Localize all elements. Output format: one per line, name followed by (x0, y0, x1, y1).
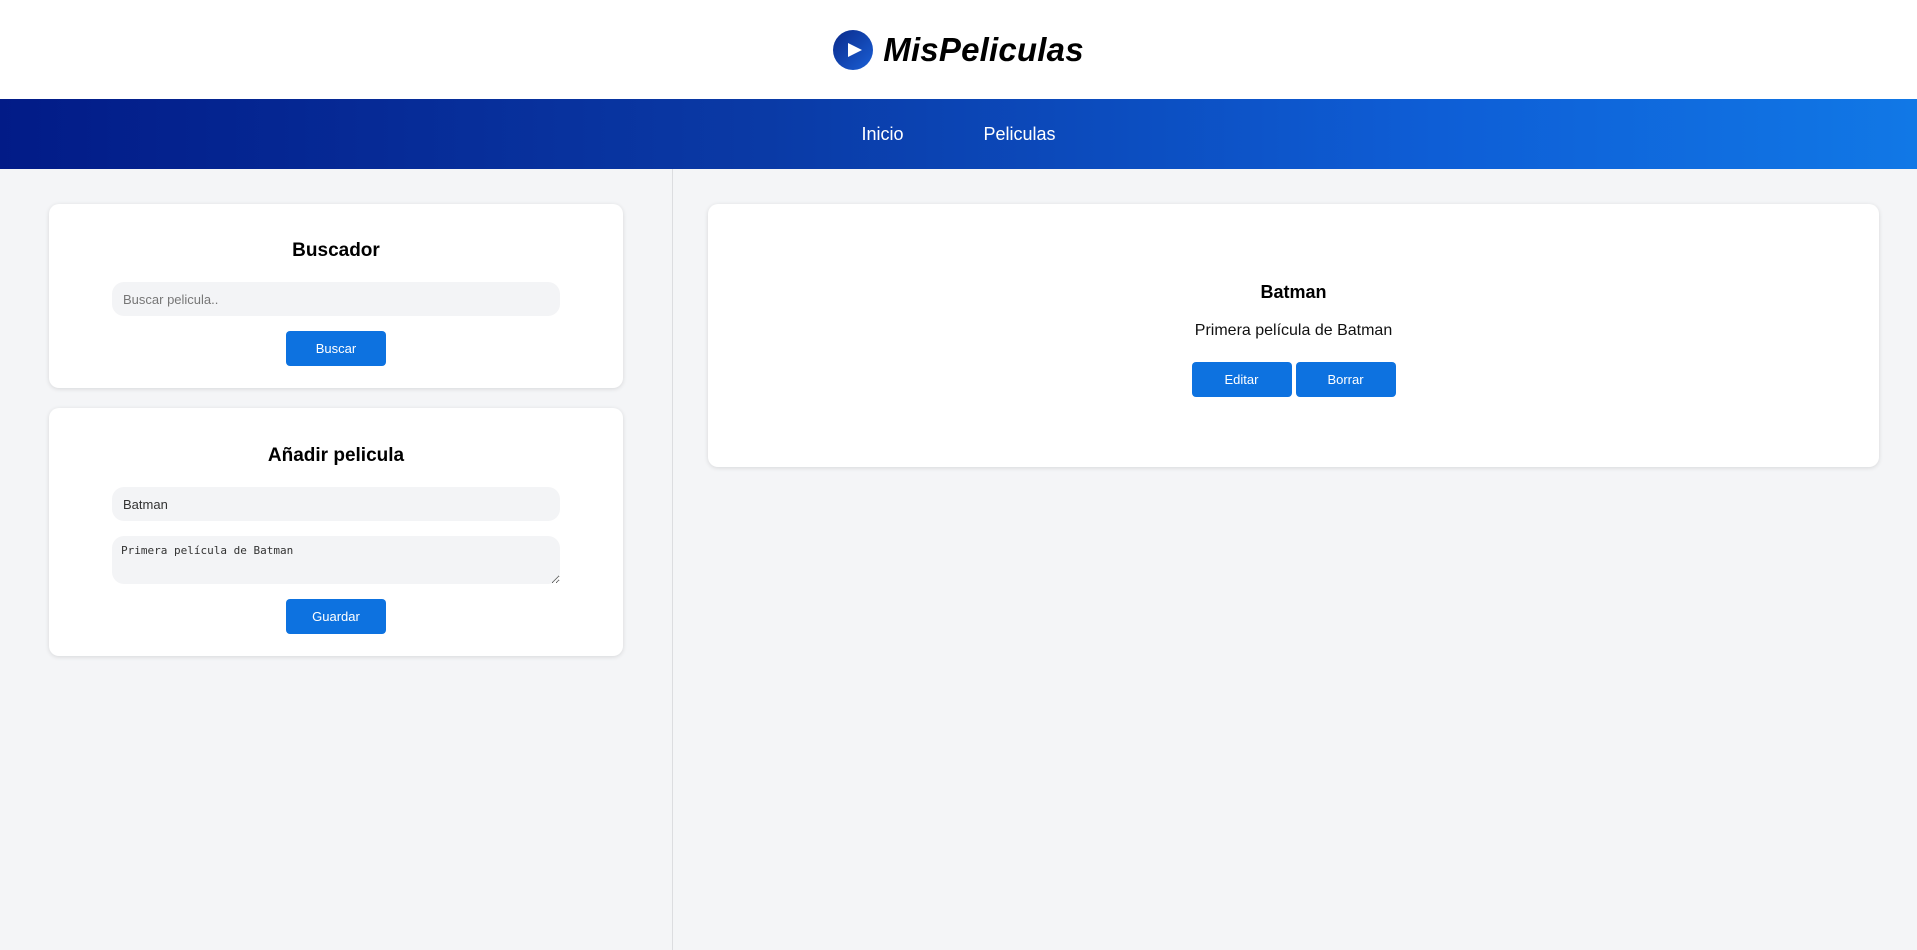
search-title: Buscador (292, 240, 380, 261)
nav-link-inicio[interactable]: Inicio (861, 124, 903, 145)
movie-title-input[interactable] (112, 487, 560, 521)
add-movie-card: Añadir pelicula Primera película de Batm… (49, 408, 623, 656)
add-movie-title: Añadir pelicula (267, 445, 405, 466)
sidebar: Buscador Buscar Añadir pelicula Primera … (0, 169, 673, 950)
save-button[interactable]: Guardar (286, 599, 386, 634)
logo-text: MisPeliculas (883, 30, 1084, 68)
movie-list: Batman Primera película de Batman Editar… (673, 169, 1917, 950)
movie-card: Batman Primera película de Batman Editar… (708, 204, 1879, 467)
play-icon (833, 29, 874, 70)
logo[interactable]: MisPeliculas (833, 29, 1084, 70)
nav-link-peliculas[interactable]: Peliculas (983, 124, 1055, 145)
movie-description-textarea[interactable]: Primera película de Batman (112, 536, 560, 584)
search-input[interactable] (112, 282, 560, 316)
search-button[interactable]: Buscar (286, 331, 386, 366)
content-area: Buscador Buscar Añadir pelicula Primera … (0, 169, 1917, 950)
search-card: Buscador Buscar (49, 204, 623, 388)
movie-description: Primera película de Batman (1194, 322, 1393, 339)
delete-button[interactable]: Borrar (1295, 362, 1396, 397)
edit-button[interactable]: Editar (1191, 362, 1292, 397)
movie-actions: Editar Borrar (708, 362, 1879, 397)
movie-title: Batman (1260, 282, 1327, 302)
main-nav: Inicio Peliculas (0, 99, 1917, 169)
site-header: MisPeliculas (0, 0, 1917, 99)
